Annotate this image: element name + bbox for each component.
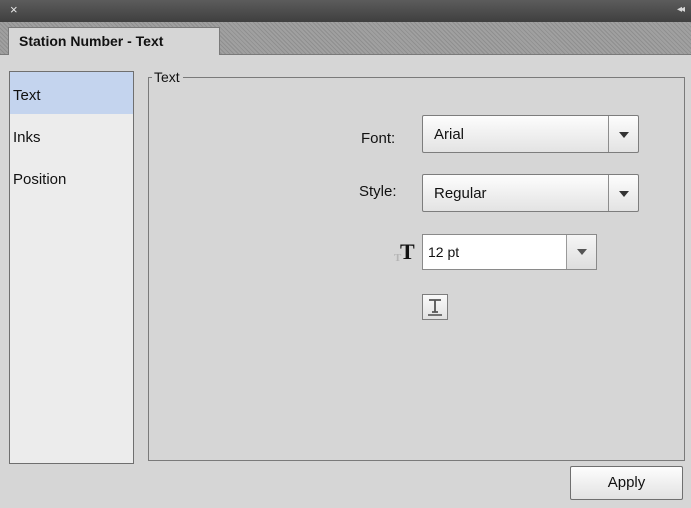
collapse-panel-icon[interactable]: ◂◂ bbox=[677, 3, 685, 17]
underline-text-icon bbox=[428, 299, 442, 316]
category-item-position[interactable]: Position bbox=[10, 156, 133, 198]
tab-station-number-text[interactable]: Station Number - Text bbox=[8, 27, 220, 55]
dropdown-divider bbox=[608, 175, 609, 211]
style-dropdown-value: Regular bbox=[434, 185, 487, 202]
apply-button[interactable]: Apply bbox=[570, 466, 683, 500]
text-group-legend: Text bbox=[152, 69, 183, 85]
font-label: Font: bbox=[361, 130, 396, 147]
panel-title-bar: × ◂◂ bbox=[0, 0, 691, 22]
close-icon[interactable]: × bbox=[10, 2, 18, 18]
style-label: Style: bbox=[359, 183, 397, 200]
font-size-combobox[interactable]: 12 pt bbox=[422, 234, 597, 270]
font-size-dropdown-button[interactable] bbox=[566, 235, 596, 269]
style-dropdown[interactable]: Regular bbox=[422, 174, 639, 212]
svg-text:T: T bbox=[400, 239, 415, 264]
dropdown-divider bbox=[608, 116, 609, 152]
underline-button[interactable] bbox=[422, 294, 448, 320]
font-dropdown[interactable]: Arial bbox=[422, 115, 639, 153]
tab-strip: Station Number - Text bbox=[0, 22, 691, 55]
font-size-value[interactable]: 12 pt bbox=[428, 244, 459, 261]
font-dropdown-value: Arial bbox=[434, 126, 465, 143]
chevron-down-icon bbox=[619, 191, 629, 197]
chevron-down-icon bbox=[577, 249, 587, 255]
category-list: Text Inks Position bbox=[9, 71, 134, 464]
chevron-down-icon bbox=[619, 132, 629, 138]
category-item-text[interactable]: Text bbox=[10, 72, 133, 114]
category-item-inks[interactable]: Inks bbox=[10, 114, 133, 156]
font-size-icon: T T bbox=[394, 239, 415, 264]
